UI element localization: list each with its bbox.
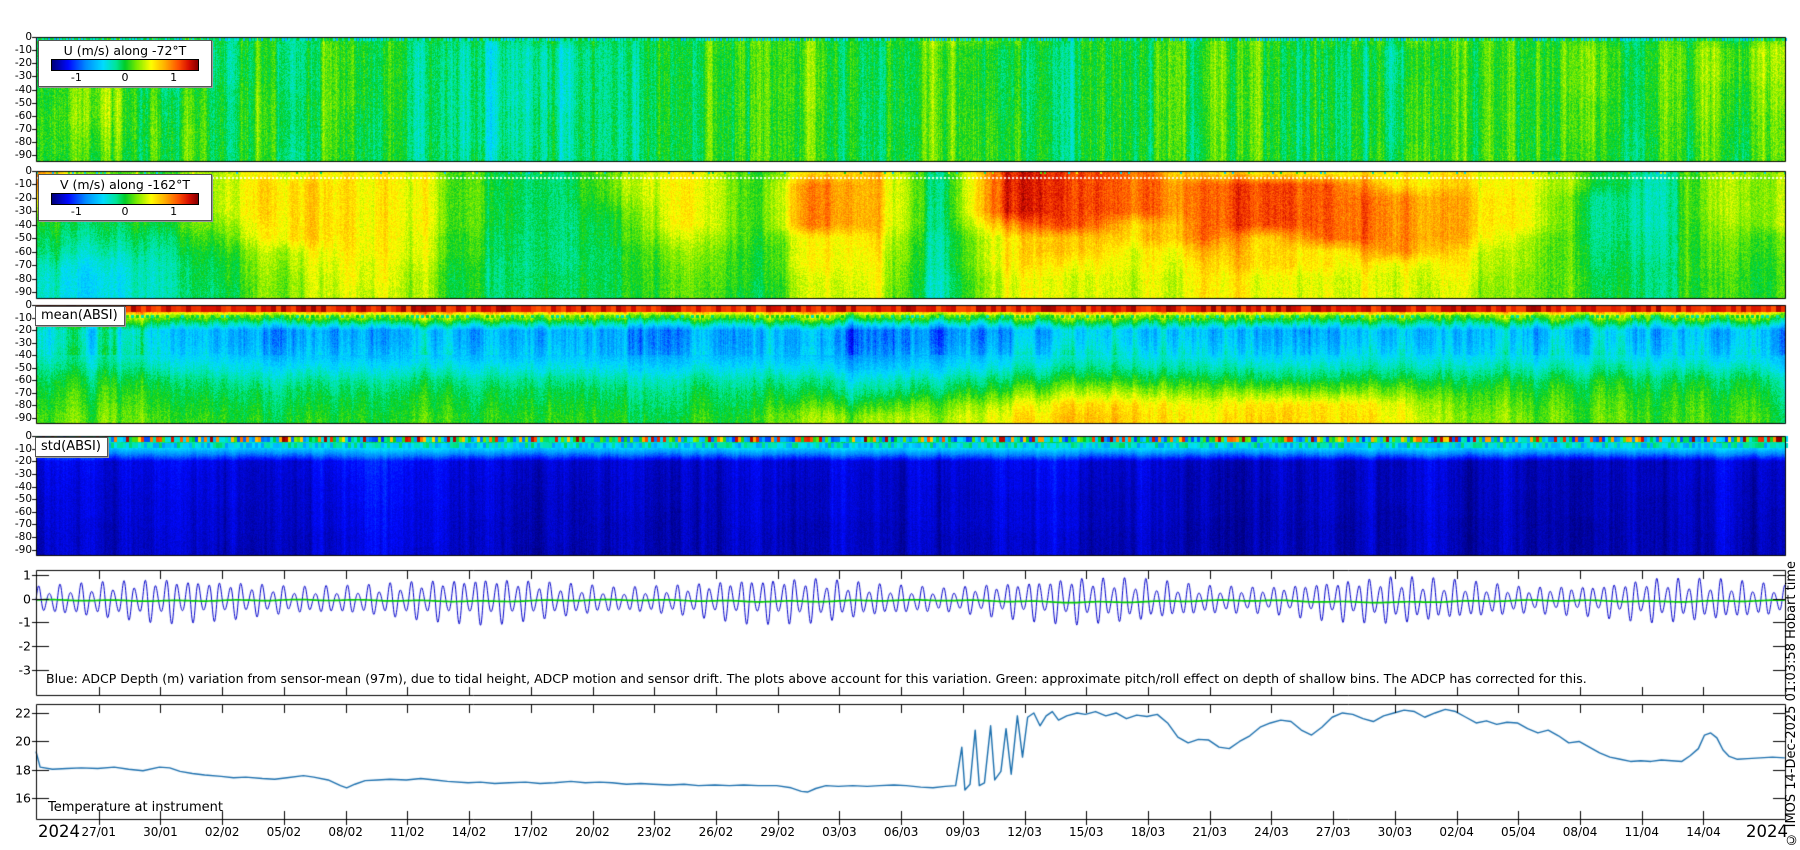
depth-tick-label: -10: [14, 442, 32, 455]
x-tick-label: 03/03: [822, 825, 857, 839]
x-tick-label: 15/03: [1068, 825, 1104, 839]
depth-tick-label: -40: [14, 480, 32, 493]
x-tick-label: 14/02: [451, 825, 487, 839]
x-tick-label: 18/03: [1130, 825, 1166, 839]
std-absi-label: std(ABSI): [35, 437, 108, 457]
depth-tick-label: -60: [14, 505, 32, 518]
depth-tick-label: 0: [25, 165, 32, 177]
depth-tick-label: -50: [14, 361, 32, 374]
depth-tick-label: -80: [14, 531, 32, 544]
temp-ytick-label: 22: [15, 705, 31, 721]
x-tick-label: 02/02: [204, 825, 240, 839]
x-tick-label: 26/02: [698, 825, 734, 839]
u-legend-title: U (m/s) along -72°T: [63, 43, 187, 58]
x-tick-label: 20/02: [575, 825, 610, 839]
depth-tick-label: -10: [14, 311, 32, 324]
dv-ytick-label: -3: [18, 662, 31, 678]
depth-tick-label: -20: [14, 191, 32, 204]
x-tick-label: 02/04: [1439, 825, 1474, 839]
x-tick-label: 21/03: [1192, 825, 1228, 839]
depth-tick-label: -70: [14, 386, 32, 399]
dv-ytick-label: -2: [18, 638, 31, 654]
v-legend-title: V (m/s) along -162°T: [59, 177, 191, 192]
depth-tick-label: -90: [14, 543, 32, 556]
temp-ytick-label: 20: [15, 733, 31, 749]
temperature-label: Temperature at instrument: [48, 800, 223, 815]
depth-tick-label: -40: [14, 349, 32, 362]
depth-tick-label: -60: [14, 245, 32, 258]
x-tick-label: 29/02: [760, 825, 795, 839]
x-tick-label: 30/01: [143, 825, 178, 839]
x-tick-label: 27/03: [1315, 825, 1351, 839]
depth-tick-label: -10: [14, 178, 32, 191]
depth-tick-label: -30: [14, 70, 32, 83]
x-tick-label: 30/03: [1377, 825, 1413, 839]
colorbar-tick-label: -1: [70, 205, 82, 218]
depth-tick-label: -20: [14, 455, 32, 468]
dv-ytick-label: 0: [23, 591, 31, 607]
u-colorbar-ticks: -1 0 1: [52, 71, 198, 84]
x-tick-label: 05/02: [266, 825, 302, 839]
v-colorbar-legend: V (m/s) along -162°T -1 0 1: [38, 174, 212, 221]
depth-tick-label: -30: [14, 336, 32, 349]
depth-tick-label: -20: [14, 57, 32, 70]
x-tick-label: 24/03: [1254, 825, 1289, 839]
depth-tick-label: -50: [14, 493, 32, 506]
colorbar-tick-label: -1: [70, 71, 82, 84]
u-colorbar: [51, 59, 199, 71]
x-tick-label: 23/02: [636, 825, 672, 839]
x-tick-label: 08/02: [328, 825, 363, 839]
x-tick-label: 11/02: [390, 825, 425, 839]
dv-ytick-label: 1: [23, 567, 31, 583]
depth-tick-label: -90: [14, 149, 32, 162]
u-colorbar-legend: U (m/s) along -72°T -1 0 1: [38, 40, 212, 87]
x-tick-label: 12/03: [1007, 825, 1042, 839]
depth-tick-label: -20: [14, 324, 32, 337]
mean-absi-label: mean(ABSI): [35, 306, 125, 326]
x-tick-label: 06/03: [883, 825, 919, 839]
depth-tick-label: -80: [14, 399, 32, 412]
depth-tick-label: 0: [25, 31, 32, 43]
depth-tick-label: -40: [14, 83, 32, 96]
temp-ytick-label: 16: [15, 790, 31, 806]
x-tick-label: 11/04: [1624, 825, 1660, 839]
depth-tick-label: -60: [14, 374, 32, 387]
temp-ytick-label: 18: [15, 762, 31, 778]
dv-ytick-label: -1: [18, 614, 31, 630]
imos-watermark: © IMOS 14-Dec-2025 01:03:58 Hobart time: [1784, 561, 1799, 847]
depth-tick-label: -70: [14, 518, 32, 531]
depth-tick-label: -40: [14, 218, 32, 231]
colorbar-tick-label: 1: [170, 205, 178, 218]
x-tick-label: 09/03: [945, 825, 981, 839]
depth-tick-label: -10: [14, 44, 32, 57]
x-tick-label: 14/04: [1686, 825, 1721, 839]
depth-tick-label: -50: [14, 96, 32, 109]
colorbar-tick-label: 0: [121, 71, 129, 84]
depth-tick-label: -90: [14, 286, 32, 299]
depth-tick-label: -80: [14, 136, 32, 149]
depth-tick-label: -70: [14, 123, 32, 136]
depth-tick-label: -70: [14, 259, 32, 272]
colorbar-tick-label: 1: [170, 71, 178, 84]
depth-tick-label: 0: [25, 299, 32, 311]
depth-tick-label: -90: [14, 411, 32, 424]
depth-tick-label: -60: [14, 109, 32, 122]
v-colorbar: [51, 193, 199, 205]
x-tick-label: 17/02: [513, 825, 549, 839]
year-label-left: 2024: [38, 822, 80, 841]
x-tick-label: 08/04: [1562, 825, 1598, 839]
depth-tick-label: -30: [14, 205, 32, 218]
v-colorbar-ticks: -1 0 1: [52, 205, 198, 218]
plots-canvas: [0, 0, 1800, 850]
depth-tick-label: 0: [25, 430, 32, 442]
depth-tick-label: -30: [14, 467, 32, 480]
depth-variation-annotation: Blue: ADCP Depth (m) variation from sens…: [46, 671, 1587, 686]
depth-tick-label: -80: [14, 272, 32, 285]
depth-tick-label: -50: [14, 232, 32, 245]
figure-root: IMOS/ANMN/NSW/CH100/Velocity/IMOS_ANMN-N…: [0, 0, 1800, 850]
year-label-right: 2024: [1746, 822, 1788, 841]
colorbar-tick-label: 0: [121, 205, 129, 218]
x-tick-label: 27/01: [81, 825, 117, 839]
x-tick-label: 05/04: [1501, 825, 1536, 839]
